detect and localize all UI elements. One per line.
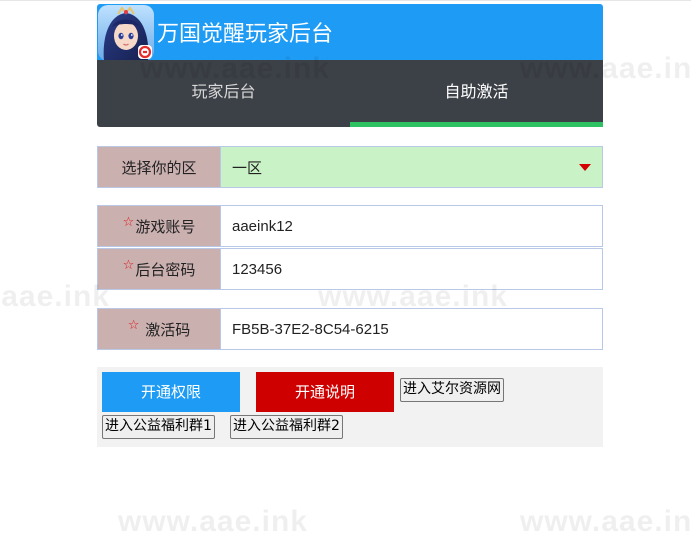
watermark: www.aae.ink <box>0 280 110 313</box>
activation-code-input-value: FB5B-37E2-8C54-6215 <box>232 320 389 338</box>
enter-group-1-button[interactable]: 进入公益福利群1 <box>102 415 215 439</box>
activation-code-label: ☆ 激活码 <box>97 308 221 350</box>
password-input-value: 123456 <box>232 260 283 278</box>
password-label-text: 后台密码 <box>135 260 196 279</box>
zone-select-value: 一区 <box>232 159 263 177</box>
required-star-icon: ☆ <box>122 214 135 230</box>
app-title: 万国觉醒玩家后台 <box>157 22 334 47</box>
open-permission-button[interactable]: 开通权限 <box>102 372 240 412</box>
main-container: 万国觉醒玩家后台 玩家后台 自助激活 选择你的区 一区 ☆ 游戏账号 aaein… <box>97 4 603 447</box>
action-button-area: 开通权限 开通说明 进入艾尔资源网 进入公益福利群1 进入公益福利群2 <box>97 367 603 447</box>
dropdown-caret-icon <box>579 164 591 171</box>
tab-player-backend[interactable]: 玩家后台 <box>97 60 350 127</box>
app-header: 万国觉醒玩家后台 <box>97 4 603 61</box>
watermark: www.aae.ink <box>118 505 308 538</box>
game-avatar-icon <box>98 5 154 61</box>
tab-bar: 玩家后台 自助激活 <box>97 60 603 127</box>
account-input[interactable]: aaeink12 <box>221 205 603 247</box>
zone-select-label-text: 选择你的区 <box>121 158 197 177</box>
activation-code-input[interactable]: FB5B-37E2-8C54-6215 <box>221 308 603 350</box>
account-input-value: aaeink12 <box>232 217 293 235</box>
password-label: ☆ 后台密码 <box>97 248 221 290</box>
open-instructions-button[interactable]: 开通说明 <box>256 372 394 412</box>
zone-select-label: 选择你的区 <box>97 146 221 188</box>
tab-self-activation[interactable]: 自助激活 <box>350 60 603 127</box>
required-star-icon: ☆ <box>127 317 140 333</box>
zone-select[interactable]: 一区 <box>221 146 603 188</box>
password-input[interactable]: 123456 <box>221 248 603 290</box>
required-star-icon: ☆ <box>122 257 135 273</box>
enter-group-2-button[interactable]: 进入公益福利群2 <box>230 415 343 439</box>
zone-select-row: 选择你的区 一区 <box>97 146 603 188</box>
activation-code-label-text: 激活码 <box>140 320 191 339</box>
account-label: ☆ 游戏账号 <box>97 205 221 247</box>
account-label-text: 游戏账号 <box>135 217 196 236</box>
enter-resource-site-button[interactable]: 进入艾尔资源网 <box>400 378 504 402</box>
account-row: ☆ 游戏账号 aaeink12 <box>97 205 603 247</box>
password-row: ☆ 后台密码 123456 <box>97 248 603 290</box>
watermark: www.aae.ink <box>520 505 691 538</box>
page-top-border <box>0 0 691 1</box>
activation-code-row: ☆ 激活码 FB5B-37E2-8C54-6215 <box>97 308 603 350</box>
